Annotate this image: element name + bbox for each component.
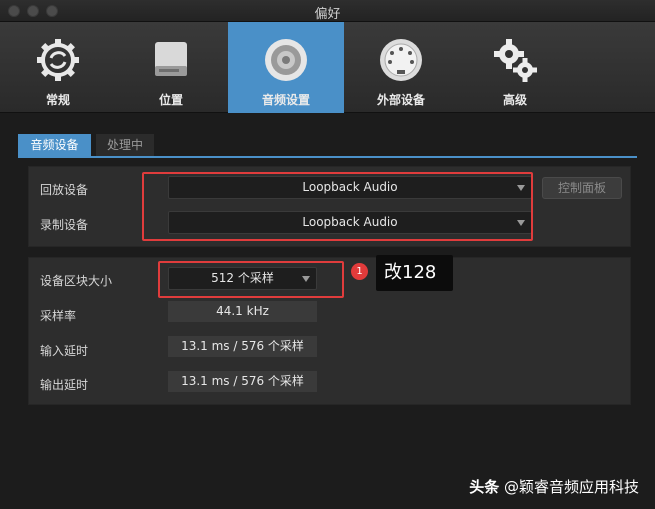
title-bar: 偏好 [0, 0, 655, 22]
record-device-label: 录制设备 [40, 218, 89, 232]
block-size-label: 设备区块大小 [40, 274, 113, 288]
toolbar-label: 高级 [502, 93, 527, 107]
step-badge: 1 [351, 263, 368, 280]
toolbar-label: 音频设置 [261, 93, 310, 107]
tab-audio-device[interactable]: 音频设备 [18, 134, 91, 156]
gears-icon [494, 39, 537, 82]
input-latency-value: 13.1 ms / 576 个采样 [168, 336, 317, 357]
toolbar-item-external-devices[interactable]: 外部设备 [343, 22, 459, 113]
watermark: 头条 @颖睿音频应用科技 [469, 476, 639, 497]
input-latency-label: 输入延时 [40, 344, 89, 358]
watermark-prefix: 头条 [469, 478, 500, 496]
annotation-note: 改128 [376, 255, 453, 291]
toolbar-label: 外部设备 [376, 93, 425, 107]
block-size-highlight-box [158, 261, 344, 298]
toolbar-item-advanced[interactable]: 高级 [457, 22, 573, 113]
toolbar-item-audio-setup[interactable]: 音频设置 [228, 22, 344, 113]
preferences-toolbar: 常规 位置 音频设置 外部设备 高级 [0, 22, 655, 113]
toolbar-label: 常规 [45, 93, 70, 107]
gear-sync-icon [37, 39, 79, 81]
toolbar-label: 位置 [158, 93, 183, 107]
midi-connector-icon [380, 39, 422, 81]
toolbar-item-locations[interactable]: 位置 [113, 22, 229, 113]
drive-icon [155, 42, 187, 76]
output-latency-value: 13.1 ms / 576 个采样 [168, 371, 317, 392]
watermark-text: @颖睿音频应用科技 [499, 478, 639, 496]
device-highlight-box [142, 172, 533, 241]
toolbar-item-general[interactable]: 常规 [0, 22, 116, 113]
sample-rate-label: 采样率 [40, 309, 77, 323]
speaker-icon [265, 39, 307, 81]
control-panel-button[interactable]: 控制面板 [542, 177, 622, 199]
playback-device-label: 回放设备 [40, 183, 89, 197]
sample-rate-value: 44.1 kHz [168, 301, 317, 322]
tab-processing[interactable]: 处理中 [96, 134, 154, 156]
tab-underline [18, 156, 637, 158]
window-title: 偏好 [314, 7, 341, 22]
output-latency-label: 输出延时 [40, 378, 89, 392]
